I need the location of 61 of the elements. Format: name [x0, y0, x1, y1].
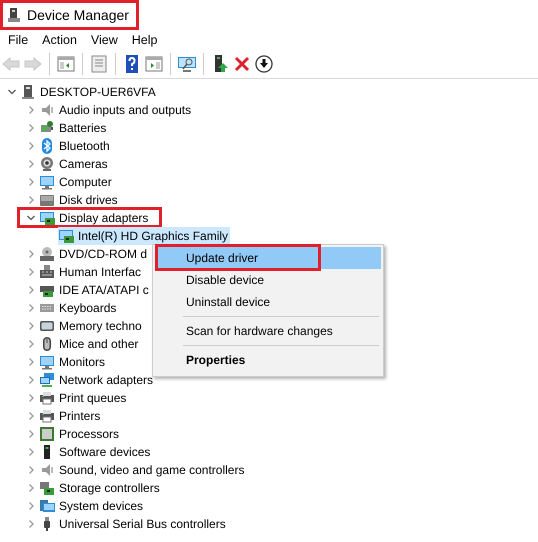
storage-controller-icon	[39, 480, 55, 496]
tower-pc-icon	[20, 84, 36, 100]
delete-x-icon[interactable]	[232, 54, 252, 74]
tree-item[interactable]: Memory techno	[39, 317, 144, 335]
tree-item[interactable]: Bluetooth	[39, 137, 112, 155]
tree-item[interactable]: Human Interfac	[39, 263, 144, 281]
down-arrow-circle-icon[interactable]	[254, 54, 274, 74]
tree-item[interactable]: Mice and other	[39, 335, 140, 353]
menu-item[interactable]: View	[84, 33, 125, 47]
device-manager-icon	[6, 7, 22, 23]
tree-item[interactable]: Cameras	[39, 155, 110, 173]
tree-item[interactable]: IDE ATA/ATAPI c	[39, 281, 151, 299]
pane-window-icon[interactable]	[144, 54, 164, 74]
tree-item[interactable]: DVD/CD-ROM d	[39, 245, 150, 263]
menu-item[interactable]: Update driver	[155, 247, 381, 269]
speaker-icon	[39, 462, 55, 478]
tree-item[interactable]: Print queues	[39, 389, 128, 407]
printer-icon	[39, 408, 55, 424]
processor-icon	[39, 426, 55, 442]
tree-item[interactable]: Display adapters	[39, 209, 150, 227]
tree-item[interactable]: Sound, video and game controllers	[39, 461, 246, 479]
menu-item[interactable]: Disable device	[155, 269, 381, 291]
tree-item[interactable]: Computer	[39, 173, 114, 191]
tree-item[interactable]: Audio inputs and outputs	[39, 101, 194, 119]
webcam-icon	[39, 156, 55, 172]
tree-item[interactable]: Storage controllers	[39, 479, 162, 497]
properties-sheet-icon[interactable]	[89, 54, 109, 74]
bluetooth-icon	[39, 138, 55, 154]
tree-item[interactable]: Printers	[39, 407, 102, 425]
tree-item[interactable]: Keyboards	[39, 299, 118, 317]
tree-item[interactable]: Network adapters	[39, 371, 156, 389]
drive-icon	[39, 192, 55, 208]
window-title: Device Manager	[27, 7, 129, 23]
tree-item[interactable]: System devices	[39, 497, 146, 515]
tree-item[interactable]: Batteries	[39, 119, 108, 137]
monitor-icon	[39, 174, 55, 190]
tree-item[interactable]: Software devices	[39, 443, 152, 461]
network-icon	[39, 372, 55, 388]
menu-item[interactable]: Action	[35, 33, 84, 47]
menu-item[interactable]: File	[1, 33, 36, 47]
printer-icon	[39, 390, 55, 406]
menu-item[interactable]: Properties	[155, 349, 381, 371]
menu-item[interactable]: Help	[124, 33, 164, 47]
menu-item[interactable]: Uninstall device	[155, 291, 381, 313]
display-adapter-icon	[39, 210, 55, 226]
tree-item[interactable]: Monitors	[39, 353, 108, 371]
monitor-icon	[39, 354, 55, 370]
system-folder-icon	[39, 498, 55, 514]
display-adapter-icon	[58, 228, 74, 244]
tree-item[interactable]: Processors	[39, 425, 122, 443]
tree-item[interactable]: Disk drives	[39, 191, 120, 209]
disc-drive-icon	[39, 246, 55, 262]
pane-window-icon[interactable]	[56, 54, 76, 74]
speaker-icon	[39, 102, 55, 118]
keyboard-device-icon	[39, 264, 55, 280]
tree-item[interactable]: Intel(R) HD Graphics Family	[58, 227, 230, 245]
memory-card-icon	[39, 318, 55, 334]
menu-item[interactable]: Scan for hardware changes	[155, 320, 381, 342]
tree-item[interactable]: Universal Serial Bus controllers	[39, 515, 228, 533]
tree-item[interactable]: DESKTOP-UER6VFA	[20, 83, 158, 101]
monitor-search-icon[interactable]	[177, 54, 197, 74]
